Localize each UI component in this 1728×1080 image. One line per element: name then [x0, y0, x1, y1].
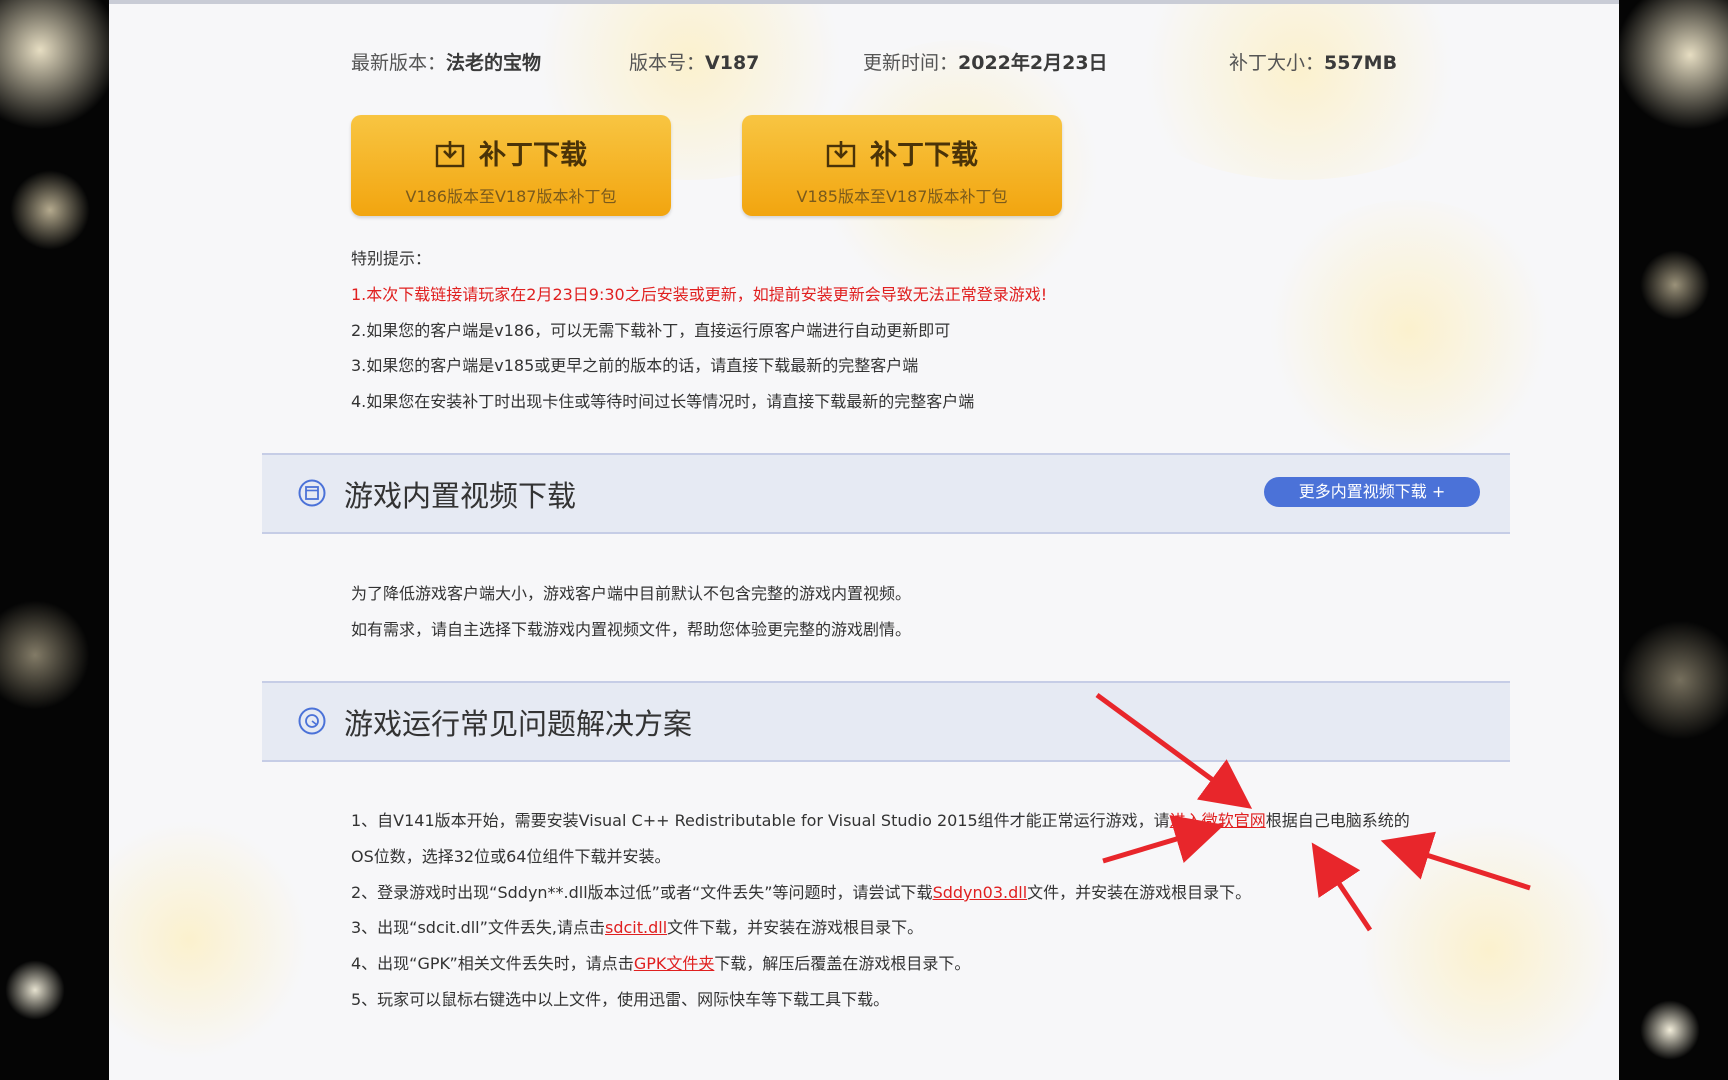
faq-item-1: 1、自V141版本开始，需要安装Visual C++ Redistributab…: [351, 811, 1410, 830]
bokeh-light: [5, 960, 65, 1020]
faq-item-4: 4、出现“GPK”相关文件丢失时，请点击GPK文件夹下载，解压后覆盖在游戏根目录…: [351, 954, 971, 973]
video-section-header: 游戏内置视频下载 更多内置视频下载 +: [262, 453, 1510, 534]
bokeh-light: [1640, 250, 1710, 320]
more-videos-button[interactable]: 更多内置视频下载 +: [1264, 477, 1480, 507]
button-label: 补丁下载: [479, 140, 587, 171]
button-subtitle: V186版本至V187版本补丁包: [405, 187, 617, 206]
top-border: [109, 0, 1619, 4]
patch-size: 补丁大小：557MB: [1229, 52, 1398, 74]
bokeh-light: [1620, 620, 1728, 740]
microsoft-site-link[interactable]: 进入微软官网: [1170, 811, 1266, 830]
update-time: 更新时间：2022年2月23日: [863, 52, 1108, 74]
sddyn03-dll-link[interactable]: Sddyn03.dll: [933, 883, 1028, 902]
download-icon: [826, 141, 856, 168]
latest-version: 最新版本：法老的宝物: [351, 52, 542, 74]
faq-section-header: 游戏运行常见问题解决方案: [262, 681, 1510, 762]
tip-item: 2.如果您的客户端是v186，可以无需下载补丁，直接运行原客户端进行自动更新即可: [351, 321, 951, 340]
faq-item-2: 2、登录游戏时出现“Sddyn**.dll版本过低”或者“文件丢失”等问题时，请…: [351, 883, 1252, 902]
section-title: 游戏内置视频下载: [344, 479, 577, 513]
bokeh-light: [0, 600, 90, 710]
video-description: 为了降低游戏客户端大小，游戏客户端中目前默认不包含完整的游戏内置视频。: [351, 584, 912, 603]
tip-item: 1.本次下载链接请玩家在2月23日9:30之后安装或更新，如提前安装更新会导致无…: [351, 285, 1048, 304]
bokeh-light: [1640, 1000, 1700, 1060]
video-description: 如有需求，请自主选择下载游戏内置视频文件，帮助您体验更完整的游戏剧情。: [351, 620, 912, 639]
button-label: 补丁下载: [870, 140, 978, 171]
gpk-folder-link[interactable]: GPK文件夹: [634, 954, 715, 973]
bokeh-light: [10, 170, 90, 250]
patch-download-button-v186[interactable]: 补丁下载 V186版本至V187版本补丁包: [351, 115, 671, 216]
faq-item-5: 5、玩家可以鼠标右键选中以上文件，使用迅雷、网际快车等下载工具下载。: [351, 990, 890, 1009]
faq-item-1-continued: OS位数，选择32位或64位组件下载并安装。: [351, 847, 671, 866]
help-icon: [298, 707, 326, 735]
web-page: 最新版本：法老的宝物 版本号：V187 更新时间：2022年2月23日 补丁大小…: [109, 0, 1619, 1080]
download-icon: [435, 141, 465, 168]
patch-download-button-v185[interactable]: 补丁下载 V185版本至V187版本补丁包: [742, 115, 1062, 216]
video-icon: [298, 479, 326, 507]
section-title: 游戏运行常见问题解决方案: [344, 707, 693, 741]
tip-item: 4.如果您在安装补丁时出现卡住或等待时间过长等情况时，请直接下载最新的完整客户端: [351, 392, 975, 411]
version-number: 版本号：V187: [629, 52, 760, 74]
button-subtitle: V185版本至V187版本补丁包: [796, 187, 1008, 206]
bokeh-light: [1615, 0, 1728, 130]
tips-title: 特别提示：: [351, 249, 432, 268]
sdcit-dll-link[interactable]: sdcit.dll: [605, 918, 667, 937]
bokeh-light: [0, 0, 120, 130]
faq-item-3: 3、出现“sdcit.dll”文件丢失,请点击sdcit.dll文件下载，并安装…: [351, 918, 924, 937]
tip-item: 3.如果您的客户端是v185或更早之前的版本的话，请直接下载最新的完整客户端: [351, 356, 919, 375]
